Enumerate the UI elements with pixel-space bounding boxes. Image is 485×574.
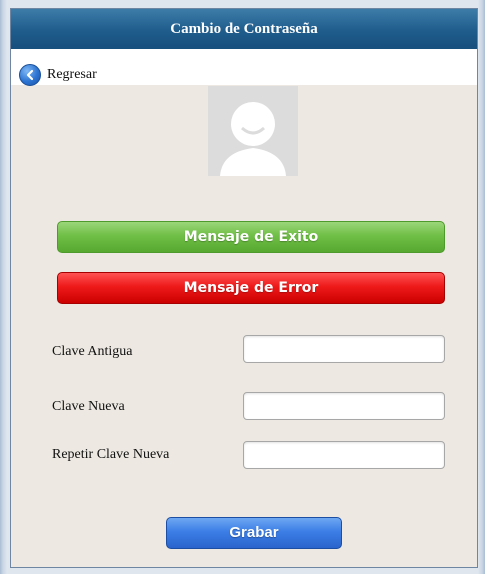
new-password-field[interactable] bbox=[243, 392, 445, 420]
repeat-password-label: Repetir Clave Nueva bbox=[52, 447, 170, 462]
back-link[interactable]: Regresar bbox=[19, 64, 97, 86]
old-password-field[interactable] bbox=[243, 335, 445, 363]
chevron-left-icon[interactable] bbox=[19, 64, 41, 86]
error-message: Mensaje de Error bbox=[57, 272, 445, 304]
new-password-label: Clave Nueva bbox=[52, 399, 125, 414]
repeat-password-field[interactable] bbox=[243, 441, 445, 469]
save-button[interactable]: Grabar bbox=[166, 517, 342, 549]
old-password-label: Clave Antigua bbox=[52, 344, 133, 359]
back-link-label[interactable]: Regresar bbox=[47, 67, 97, 83]
password-change-panel: Cambio de Contraseña Regresar Mensaje de… bbox=[10, 8, 478, 568]
window-frame: Cambio de Contraseña Regresar Mensaje de… bbox=[0, 0, 485, 574]
page-title: Cambio de Contraseña bbox=[11, 9, 477, 49]
success-message: Mensaje de Exito bbox=[57, 221, 445, 253]
user-avatar-icon bbox=[208, 86, 298, 176]
